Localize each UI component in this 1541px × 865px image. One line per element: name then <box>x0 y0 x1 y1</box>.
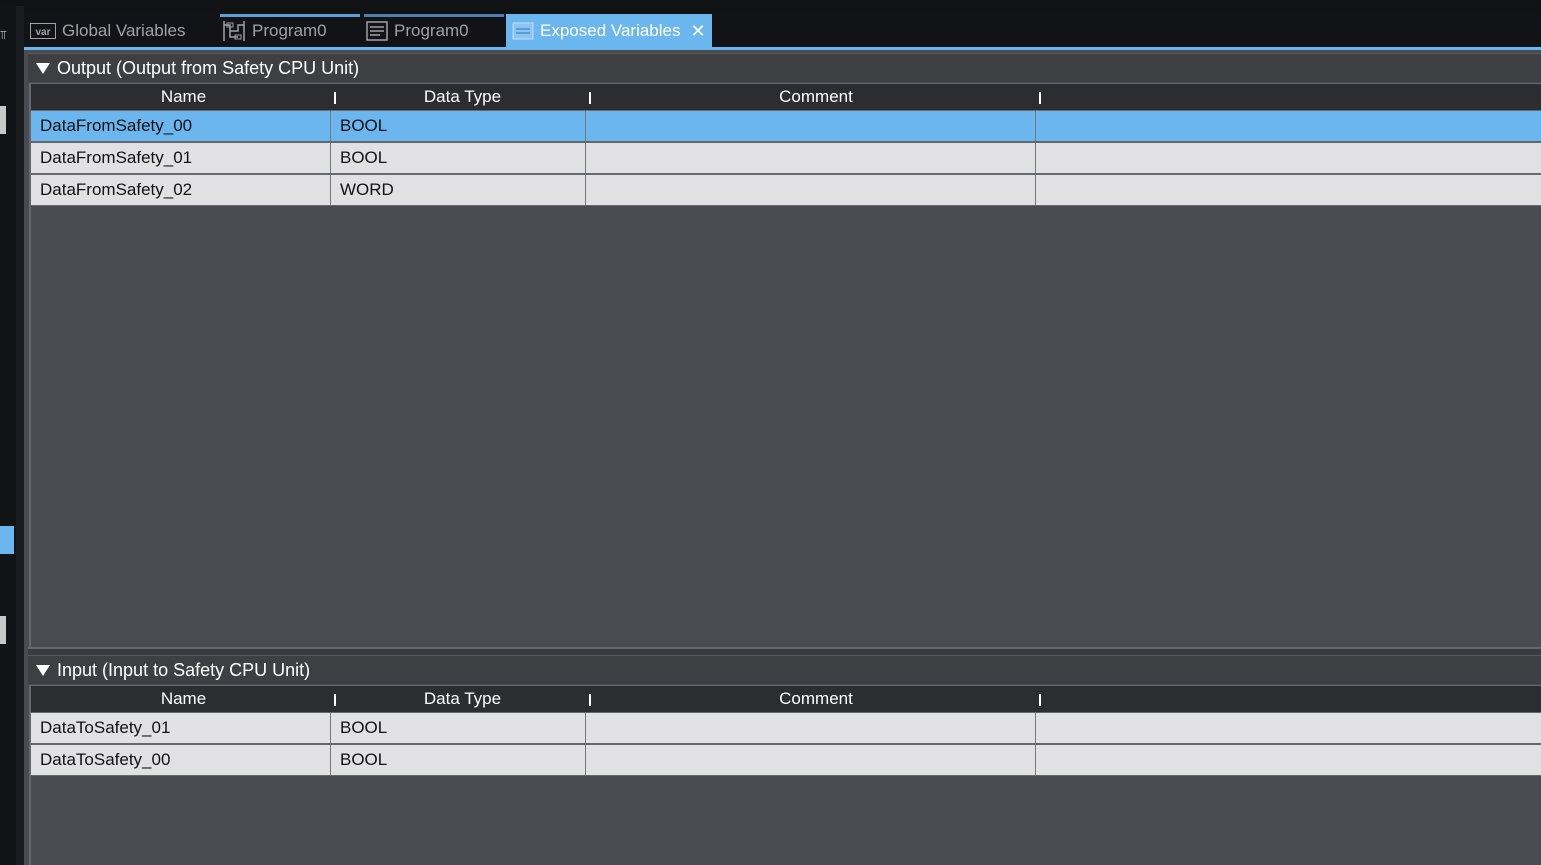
tab-label: Exposed Variables <box>540 21 681 40</box>
name-cell[interactable]: DataFromSafety_01 <box>31 143 331 173</box>
table-row[interactable]: DataFromSafety_02 WORD <box>31 174 1541 206</box>
pin-icon[interactable]: ⫪ <box>0 28 8 42</box>
column-header-data-type[interactable]: Data Type <box>336 84 589 110</box>
editor-tab-bar: var Global Variables Program0 Program0 E… <box>24 14 1541 48</box>
name-cell[interactable]: DataToSafety_00 <box>31 745 331 775</box>
column-header-comment[interactable]: Comment <box>591 84 1041 110</box>
tab-program0-st[interactable]: Program0 <box>366 14 504 48</box>
pane-splitter[interactable] <box>28 647 1541 655</box>
name-cell[interactable]: DataToSafety_01 <box>31 713 331 743</box>
data-type-cell[interactable]: BOOL <box>331 143 586 173</box>
window-top-edge <box>0 0 1541 6</box>
extra-cell[interactable] <box>1036 143 1541 173</box>
exposed-variables-icon <box>512 21 534 41</box>
extra-cell[interactable] <box>1036 175 1541 205</box>
svg-text:var: var <box>35 27 50 38</box>
column-header-name[interactable]: Name <box>31 686 336 712</box>
tab-program0-ladder[interactable]: Program0 <box>222 14 360 48</box>
table-header: Name Data Type Comment <box>31 685 1541 712</box>
data-type-cell[interactable]: WORD <box>331 175 586 205</box>
input-section-header[interactable]: Input (Input to Safety CPU Unit) <box>28 655 1541 684</box>
var-icon: var <box>30 23 56 39</box>
extra-cell[interactable] <box>1036 713 1541 743</box>
extra-cell[interactable] <box>1036 111 1541 141</box>
comment-cell[interactable] <box>586 745 1036 775</box>
data-type-cell[interactable]: BOOL <box>331 111 586 141</box>
side-panel-strip: ⫪ <box>0 6 16 865</box>
exposed-variables-editor: Output (Output from Safety CPU Unit) Nam… <box>24 50 1541 865</box>
collapse-triangle-icon[interactable] <box>36 664 50 676</box>
column-header-data-type[interactable]: Data Type <box>336 686 589 712</box>
column-resize-handle[interactable] <box>1039 92 1041 104</box>
name-cell[interactable]: DataFromSafety_00 <box>31 111 331 141</box>
input-section-title: Input (Input to Safety CPU Unit) <box>57 659 311 680</box>
comment-cell[interactable] <box>586 111 1036 141</box>
left-border <box>16 6 24 865</box>
comment-cell[interactable] <box>586 143 1036 173</box>
document-icon <box>366 21 388 41</box>
close-tab-icon[interactable]: ✕ <box>691 21 706 42</box>
side-panel-tab-active[interactable] <box>0 526 14 554</box>
column-header-comment[interactable]: Comment <box>591 686 1041 712</box>
output-section-header[interactable]: Output (Output from Safety CPU Unit) <box>28 53 1541 82</box>
table-header: Name Data Type Comment <box>31 83 1541 110</box>
side-panel-tab[interactable] <box>0 106 6 134</box>
output-variables-table: Name Data Type Comment DataFromSafety_00… <box>29 83 1541 649</box>
table-row[interactable]: DataToSafety_01 BOOL <box>31 712 1541 744</box>
side-panel-tab[interactable] <box>0 616 6 644</box>
tab-global-variables[interactable]: var Global Variables <box>30 14 216 48</box>
table-row[interactable]: DataFromSafety_00 BOOL <box>31 110 1541 142</box>
input-variables-table: Name Data Type Comment DataToSafety_01 B… <box>29 685 1541 865</box>
comment-cell[interactable] <box>586 713 1036 743</box>
extra-cell[interactable] <box>1036 745 1541 775</box>
output-section-title: Output (Output from Safety CPU Unit) <box>57 57 360 78</box>
comment-cell[interactable] <box>586 175 1036 205</box>
data-type-cell[interactable]: BOOL <box>331 713 586 743</box>
data-type-cell[interactable]: BOOL <box>331 745 586 775</box>
tab-label: Program0 <box>252 21 327 40</box>
tab-label: Program0 <box>394 21 469 40</box>
column-header-name[interactable]: Name <box>31 84 336 110</box>
ladder-icon <box>222 20 246 42</box>
column-resize-handle[interactable] <box>1039 694 1041 706</box>
name-cell[interactable]: DataFromSafety_02 <box>31 175 331 205</box>
tab-exposed-variables[interactable]: Exposed Variables ✕ <box>506 14 712 48</box>
collapse-triangle-icon[interactable] <box>36 62 50 74</box>
table-row[interactable]: DataFromSafety_01 BOOL <box>31 142 1541 174</box>
table-row[interactable]: DataToSafety_00 BOOL <box>31 744 1541 776</box>
tab-label: Global Variables <box>62 21 186 40</box>
